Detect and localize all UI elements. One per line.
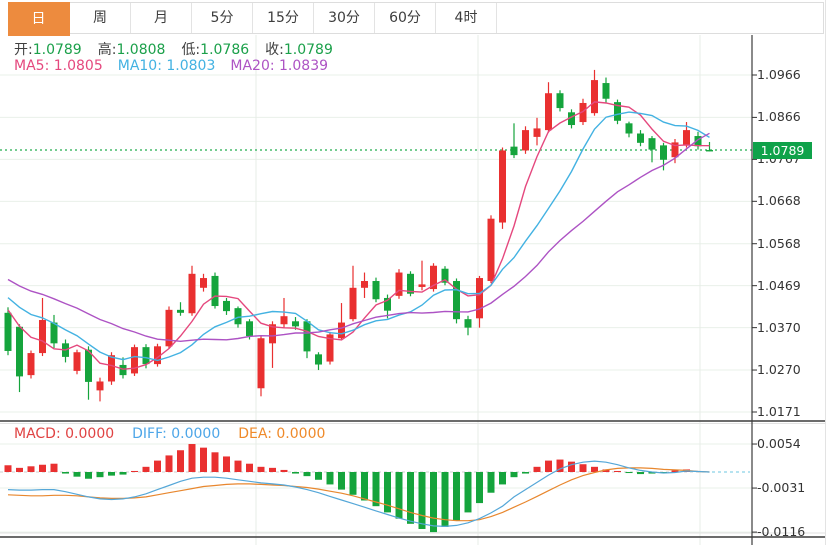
tab-15min[interactable]: 15分 bbox=[253, 3, 314, 33]
interval-tabbar: 日 周 月 5分 15分 30分 60分 4时 bbox=[8, 2, 824, 34]
tab-month[interactable]: 月 bbox=[131, 3, 192, 33]
chart-canvas[interactable] bbox=[0, 33, 826, 545]
tab-60min[interactable]: 60分 bbox=[375, 3, 436, 33]
macd-axis-label: -0.0116 bbox=[757, 525, 805, 539]
price-axis-label: 1.0270 bbox=[757, 363, 801, 377]
tab-5min[interactable]: 5分 bbox=[192, 3, 253, 33]
price-axis-label: 1.0469 bbox=[757, 279, 801, 293]
price-axis-label: 1.0370 bbox=[757, 321, 801, 335]
price-axis-label: 1.0568 bbox=[757, 237, 801, 251]
macd-axis-label: -0.0031 bbox=[757, 481, 805, 495]
tab-week[interactable]: 周 bbox=[70, 3, 131, 33]
tab-4hour[interactable]: 4时 bbox=[436, 3, 497, 33]
candlestick-chart-app: 日 周 月 5分 15分 30分 60分 4时 开:1.0789 高:1.080… bbox=[0, 0, 826, 545]
tab-day[interactable]: 日 bbox=[8, 2, 70, 36]
tab-30min[interactable]: 30分 bbox=[314, 3, 375, 33]
macd-axis-label: 0.0054 bbox=[757, 437, 801, 451]
price-axis-label: 1.0966 bbox=[757, 68, 801, 82]
price-axis-label: 1.0668 bbox=[757, 194, 801, 208]
price-axis-label: 1.0866 bbox=[757, 110, 801, 124]
price-axis-label: 1.0171 bbox=[757, 405, 801, 419]
current-price-badge: 1.0789 bbox=[753, 142, 812, 159]
tabbar-filler bbox=[497, 3, 823, 33]
